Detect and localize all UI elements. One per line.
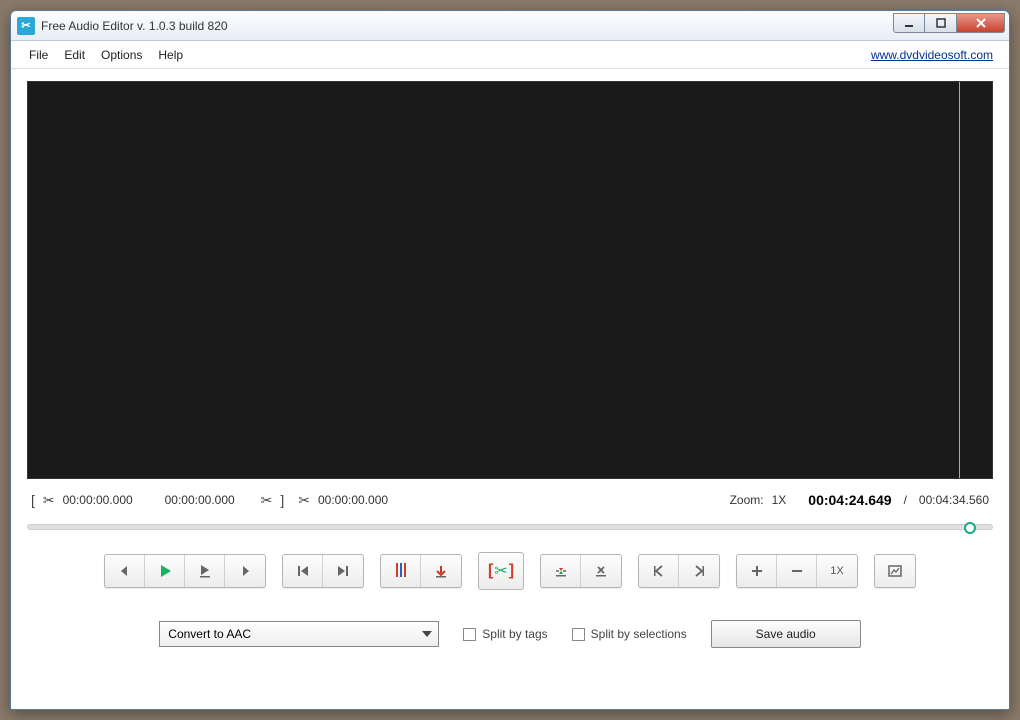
skip-forward-button[interactable]: [323, 555, 363, 587]
goto-start-button[interactable]: [639, 555, 679, 587]
split-selections-checkbox[interactable]: Split by selections: [572, 627, 687, 641]
format-selected-value: Convert to AAC: [168, 627, 251, 641]
skip-back-icon: [295, 563, 311, 579]
goto-end-button[interactable]: [679, 555, 719, 587]
markers-icon: [395, 563, 407, 580]
app-window: ✂ Free Audio Editor v. 1.0.3 build 820 F…: [10, 10, 1010, 710]
zoom-out-button[interactable]: [777, 555, 817, 587]
goto-start-icon: [651, 563, 667, 579]
vendor-link[interactable]: www.dvdvideosoft.com: [865, 45, 999, 65]
scissors-icon: ✂: [261, 492, 273, 509]
add-markers-button[interactable]: [381, 555, 421, 587]
titlebar[interactable]: ✂ Free Audio Editor v. 1.0.3 build 820: [11, 11, 1009, 41]
delete-button[interactable]: [581, 555, 621, 587]
checkbox-icon: [463, 628, 476, 641]
menu-file[interactable]: File: [21, 45, 56, 65]
zoom-in-button[interactable]: [737, 555, 777, 587]
skip-back-button[interactable]: [283, 555, 323, 587]
zoom-level-display[interactable]: 1X: [817, 555, 857, 587]
progress-track: [27, 524, 993, 530]
menubar: File Edit Options Help www.dvdvideosoft.…: [11, 41, 1009, 69]
window-buttons: [893, 13, 1005, 35]
waveform-display[interactable]: [27, 81, 993, 479]
playhead: [959, 82, 960, 478]
image-icon: [887, 563, 903, 579]
selection-start-time: 00:00:00.000: [63, 493, 143, 507]
close-icon: [975, 17, 987, 29]
save-label: Save audio: [756, 627, 816, 641]
play-button[interactable]: [145, 555, 185, 587]
skip-group: [282, 554, 364, 588]
plus-icon: [749, 563, 765, 579]
play-underline-icon: [197, 563, 213, 579]
maximize-button[interactable]: [925, 13, 957, 33]
play-selection-button[interactable]: [185, 555, 225, 587]
time-info-row: [ ✂ 00:00:00.000 00:00:00.000 ✂ ] ✂ 00:0…: [27, 489, 993, 510]
scissors-icon: ✂: [298, 492, 310, 509]
minus-icon: [789, 563, 805, 579]
menu-help[interactable]: Help: [150, 45, 191, 65]
screenshot-button[interactable]: [875, 555, 915, 587]
progress-bar[interactable]: [27, 520, 993, 534]
goto-end-icon: [691, 563, 707, 579]
cursor-time: 00:00:00.000: [318, 493, 398, 507]
window-title: Free Audio Editor v. 1.0.3 build 820: [41, 19, 893, 33]
zoom-label: Zoom:: [730, 493, 764, 507]
menu-edit[interactable]: Edit: [56, 45, 93, 65]
image-group: [874, 554, 916, 588]
set-marker-button[interactable]: [421, 555, 461, 587]
split-tags-checkbox[interactable]: Split by tags: [463, 627, 547, 641]
split-selections-label: Split by selections: [591, 627, 687, 641]
minimize-icon: [904, 18, 914, 28]
selection-end-time: 00:00:00.000: [165, 493, 245, 507]
marker-group: [380, 554, 462, 588]
content-area: [ ✂ 00:00:00.000 00:00:00.000 ✂ ] ✂ 00:0…: [11, 69, 1009, 709]
cut-selection-button[interactable]: [✂]: [478, 552, 524, 590]
time-divider: /: [904, 493, 907, 507]
crop-icon: [553, 563, 569, 579]
arrow-down-red-icon: [433, 563, 449, 579]
format-select[interactable]: Convert to AAC: [159, 621, 439, 647]
cut-bracket-icon: [✂]: [488, 561, 514, 581]
arrow-right-icon: [237, 563, 253, 579]
prev-button[interactable]: [105, 555, 145, 587]
waveform-svg: [28, 82, 992, 478]
trim-group: [540, 554, 622, 588]
next-button[interactable]: [225, 555, 265, 587]
app-icon: ✂: [17, 17, 35, 35]
goto-group: [638, 554, 720, 588]
menu-options[interactable]: Options: [93, 45, 150, 65]
crop-button[interactable]: [541, 555, 581, 587]
save-audio-button[interactable]: Save audio: [711, 620, 861, 648]
position-time: 00:04:24.649: [808, 492, 891, 508]
duration-time: 00:04:34.560: [919, 493, 989, 507]
zoom-group: 1X: [736, 554, 858, 588]
close-button[interactable]: [957, 13, 1005, 33]
play-icon: [157, 563, 173, 579]
arrow-left-icon: [117, 563, 133, 579]
bottom-bar: Convert to AAC Split by tags Split by se…: [27, 608, 993, 668]
skip-forward-icon: [335, 563, 351, 579]
bracket-open-icon: [: [31, 492, 35, 508]
checkbox-icon: [572, 628, 585, 641]
zoom-value: 1X: [772, 493, 787, 507]
bracket-close-icon: ]: [280, 492, 284, 508]
progress-thumb[interactable]: [964, 522, 976, 534]
playback-group: [104, 554, 266, 588]
dropdown-caret-icon: [422, 631, 432, 637]
scissors-icon: ✂: [43, 492, 55, 509]
delete-x-icon: [593, 563, 609, 579]
toolbar: [✂] 1X: [27, 544, 993, 598]
minimize-button[interactable]: [893, 13, 925, 33]
maximize-icon: [936, 18, 946, 28]
split-tags-label: Split by tags: [482, 627, 547, 641]
